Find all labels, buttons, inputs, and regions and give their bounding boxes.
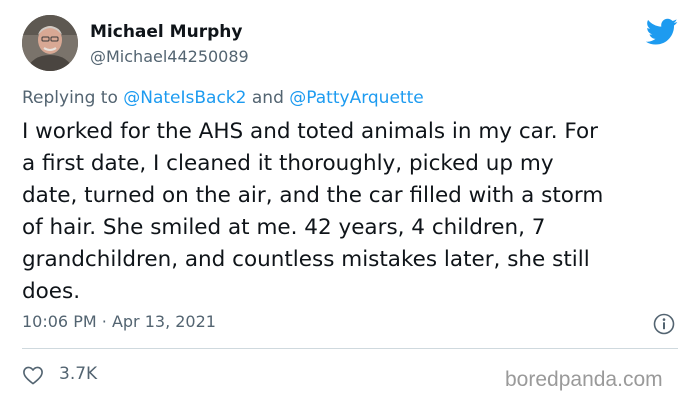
like-count[interactable]: 3.7K — [59, 364, 97, 384]
heart-icon[interactable] — [22, 365, 44, 385]
timestamp-separator: · — [101, 312, 107, 331]
avatar[interactable] — [22, 15, 78, 71]
tweet-date: Apr 13, 2021 — [111, 312, 216, 331]
author-handle[interactable]: @Michael44250089 — [90, 47, 249, 66]
tweet-line: of hair. She smiled at me. 42 years, 4 c… — [22, 215, 546, 240]
replying-to: Replying to @NateIsBack2 and @PattyArque… — [22, 88, 424, 108]
divider — [22, 348, 678, 349]
reply-conjunction: and — [251, 88, 284, 108]
tweet-line: date, turned on the air, and the car fil… — [22, 183, 604, 208]
reply-user-link[interactable]: @PattyArquette — [289, 88, 423, 108]
author-display-name[interactable]: Michael Murphy — [90, 22, 242, 42]
tweet-line: I worked for the AHS and toted animals i… — [22, 119, 598, 144]
info-icon[interactable] — [653, 313, 675, 335]
tweet-line: a first date, I cleaned it thoroughly, p… — [22, 151, 554, 176]
tweet-line: does. — [22, 279, 81, 304]
tweet-time: 10:06 PM — [22, 312, 97, 331]
tweet-line: grandchildren, and countless mistakes la… — [22, 247, 590, 272]
watermark: boredpanda.com — [505, 368, 663, 391]
twitter-bird-icon[interactable] — [646, 18, 678, 46]
reply-user-link[interactable]: @NateIsBack2 — [123, 88, 246, 108]
profile-photo — [22, 15, 78, 71]
replying-to-label: Replying to — [22, 88, 118, 108]
tweet-timestamp[interactable]: 10:06 PM · Apr 13, 2021 — [22, 312, 216, 331]
tweet-text: I worked for the AHS and toted animals i… — [22, 116, 682, 308]
